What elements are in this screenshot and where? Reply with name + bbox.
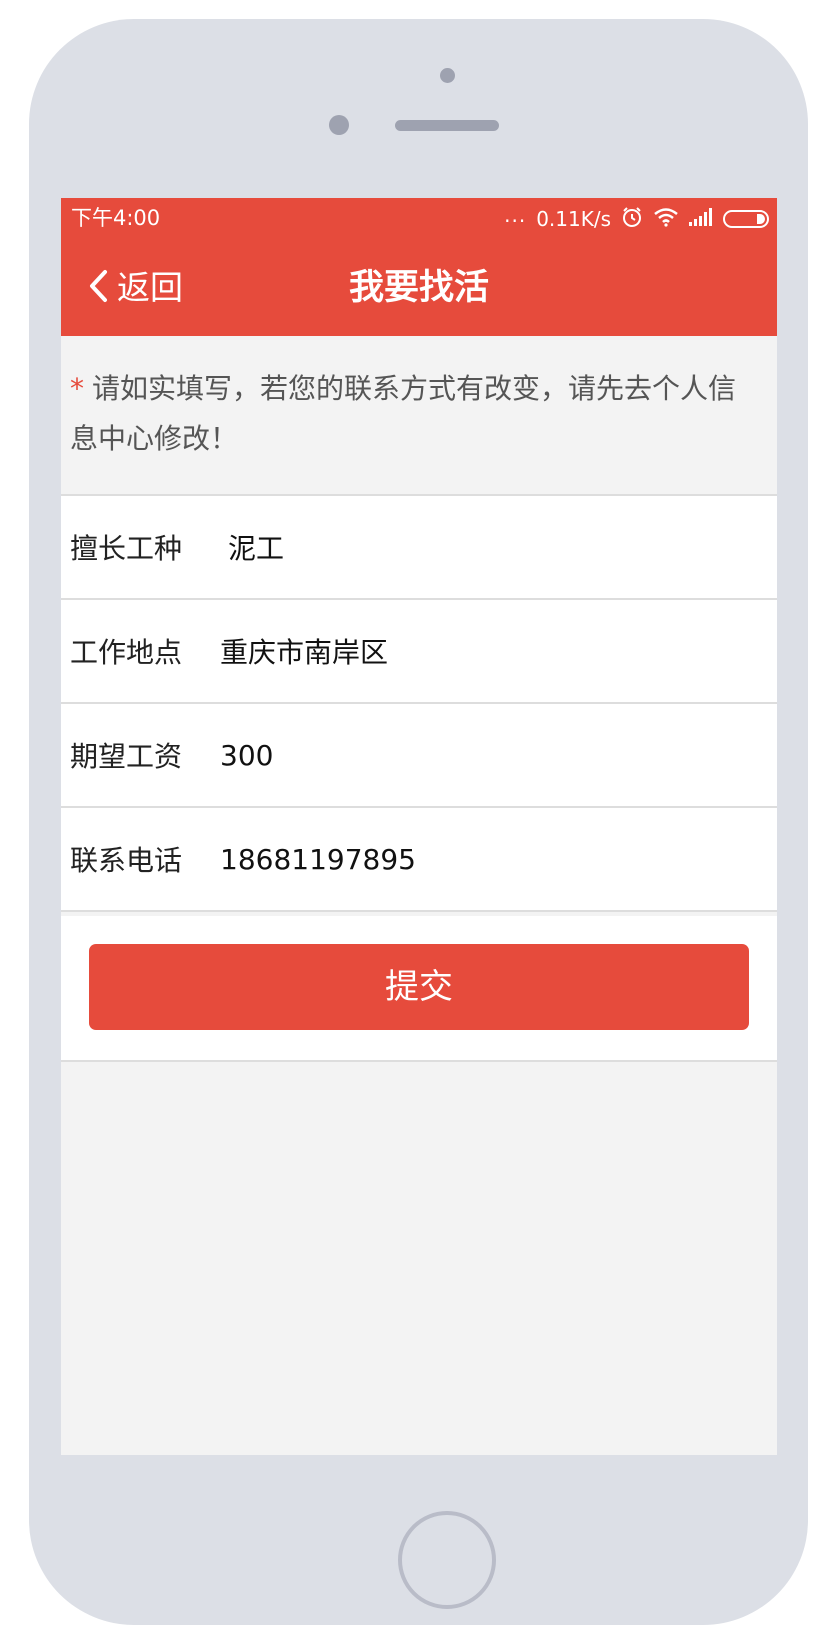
form-row-phone[interactable]: 联系电话: [61, 808, 777, 912]
job-seek-form: 擅长工种 泥工 工作地点 重庆市南岸区 期望工资 联系电话: [61, 496, 777, 912]
proximity-sensor-dot: [329, 115, 349, 135]
submit-button[interactable]: 提交: [89, 944, 749, 1030]
notice-banner: * 请如实填写，若您的联系方式有改变，请先去个人信息中心修改！: [61, 336, 777, 496]
front-camera-dot: [440, 68, 455, 83]
alarm-icon: [621, 206, 643, 233]
app-screen: 下午4:00 ... 0.11K/s 返回 我要找活 * 请如实填写，若您的联系…: [61, 198, 777, 1455]
notice-text: 请如实填写，若您的联系方式有改变，请先去个人信息中心修改！: [70, 372, 737, 455]
nav-bar: 返回 我要找活: [61, 240, 777, 336]
more-dots: ...: [504, 203, 527, 227]
status-indicators: ... 0.11K/s: [504, 203, 769, 233]
status-time: 下午4:00: [71, 206, 161, 230]
location-label: 工作地点: [70, 636, 183, 669]
form-row-location[interactable]: 工作地点 重庆市南岸区: [61, 600, 777, 704]
trade-select[interactable]: 泥工: [220, 527, 728, 567]
location-select[interactable]: 重庆市南岸区: [220, 631, 720, 671]
page-title: 我要找活: [348, 268, 489, 308]
salary-input[interactable]: [220, 738, 720, 772]
required-star: *: [70, 372, 84, 405]
submit-area: 提交: [61, 916, 777, 1062]
earpiece-speaker: [395, 120, 499, 131]
phone-label: 联系电话: [70, 844, 183, 877]
network-speed: 0.11K/s: [536, 207, 611, 231]
home-button[interactable]: [398, 1511, 496, 1609]
trade-label: 擅长工种: [70, 532, 183, 565]
form-row-trade[interactable]: 擅长工种 泥工: [61, 496, 777, 600]
phone-input[interactable]: [220, 842, 720, 876]
salary-label: 期望工资: [70, 740, 183, 773]
battery-icon: [723, 210, 769, 228]
status-bar: 下午4:00 ... 0.11K/s: [61, 198, 777, 240]
signal-icon: [689, 207, 713, 231]
wifi-icon: [653, 207, 679, 232]
form-row-salary[interactable]: 期望工资: [61, 704, 777, 808]
